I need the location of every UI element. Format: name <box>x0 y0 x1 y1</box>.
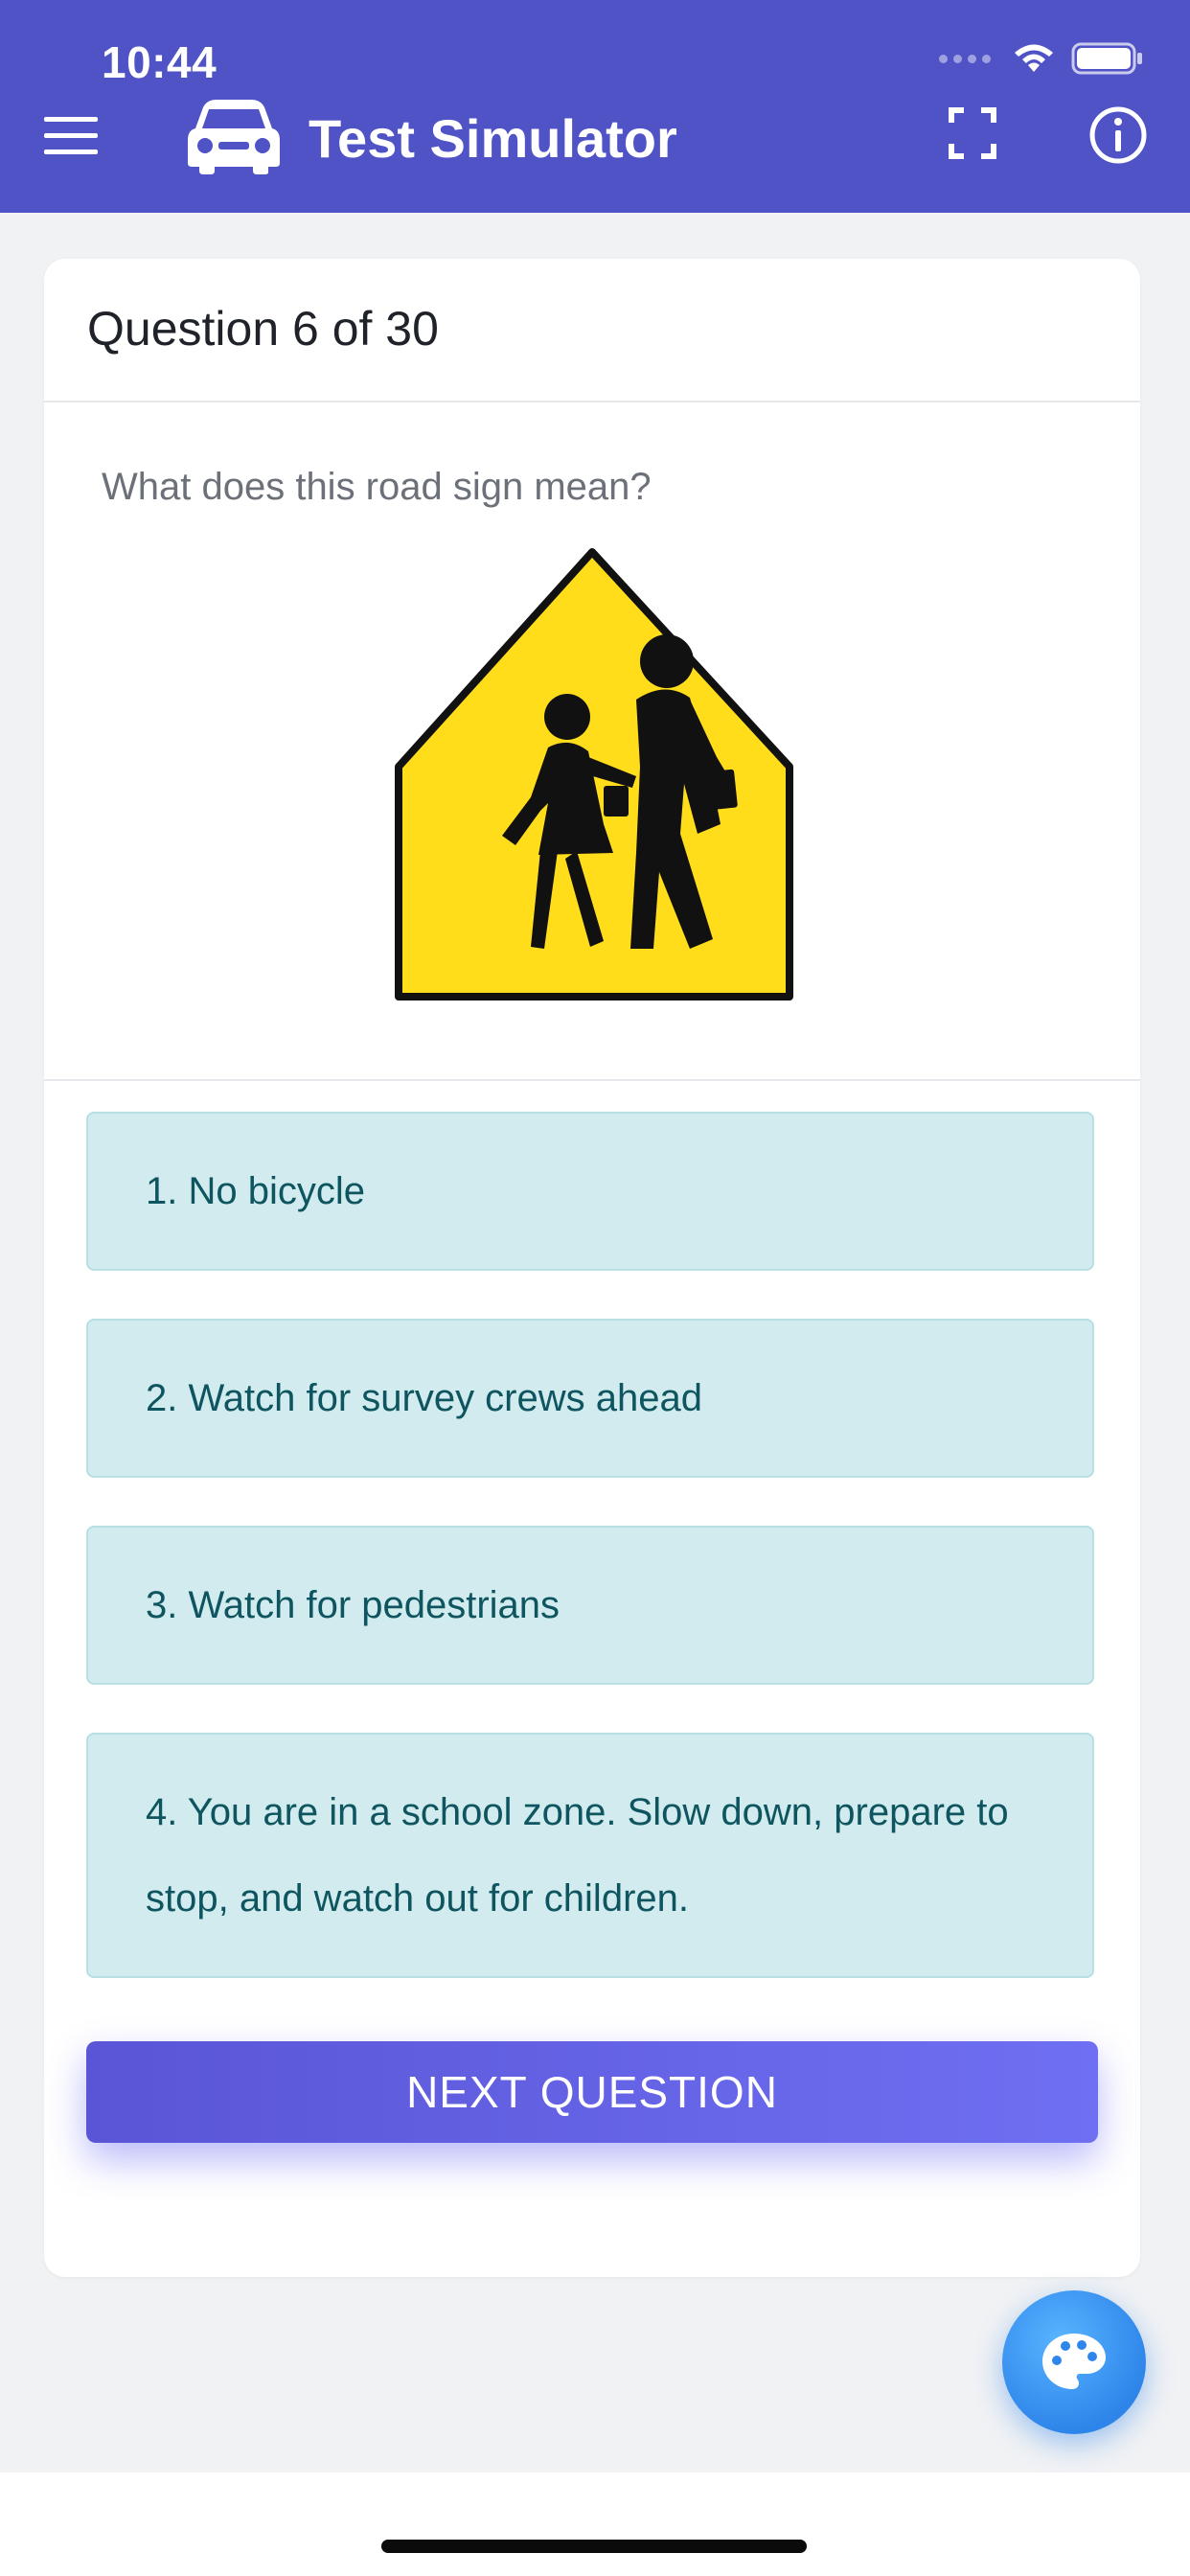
next-question-button[interactable]: NEXT QUESTION <box>86 2041 1098 2143</box>
answer-label: 3. Watch for pedestrians <box>146 1583 561 1626</box>
home-indicator[interactable] <box>381 2540 807 2553</box>
signal-icon <box>939 54 991 63</box>
app-title: Test Simulator <box>309 108 677 169</box>
question-counter: Question 6 of 30 <box>87 302 439 356</box>
answer-label: 2. Watch for survey crews ahead <box>146 1376 702 1419</box>
app-header: 10:44 Test Simulator <box>0 0 1190 213</box>
answer-option-3[interactable]: 3. Watch for pedestrians <box>86 1526 1094 1685</box>
question-card: Question 6 of 30 What does this road sig… <box>44 259 1140 2277</box>
school-crossing-sign-image <box>353 546 851 1016</box>
answer-label: 4. You are in a school zone. Slow down, … <box>146 1791 1009 1920</box>
divider <box>44 1079 1140 1081</box>
info-icon[interactable] <box>1088 105 1148 165</box>
status-time: 10:44 <box>102 37 217 87</box>
status-icons <box>939 40 1144 77</box>
hamburger-menu-icon[interactable] <box>44 115 98 157</box>
wifi-icon <box>1015 44 1053 72</box>
answer-option-2[interactable]: 2. Watch for survey crews ahead <box>86 1319 1094 1478</box>
answer-option-1[interactable]: 1. No bicycle <box>86 1112 1094 1271</box>
answer-option-4[interactable]: 4. You are in a school zone. Slow down, … <box>86 1733 1094 1978</box>
card-header: Question 6 of 30 <box>44 259 1140 402</box>
fullscreen-icon[interactable] <box>949 107 996 159</box>
battery-icon <box>1071 42 1142 75</box>
car-icon <box>188 100 280 174</box>
bottom-safe-area <box>0 2472 1190 2576</box>
palette-icon <box>1042 2334 1106 2389</box>
answer-label: 1. No bicycle <box>146 1169 365 1212</box>
theme-palette-button[interactable] <box>1002 2290 1146 2434</box>
question-text: What does this road sign mean? <box>102 466 652 508</box>
